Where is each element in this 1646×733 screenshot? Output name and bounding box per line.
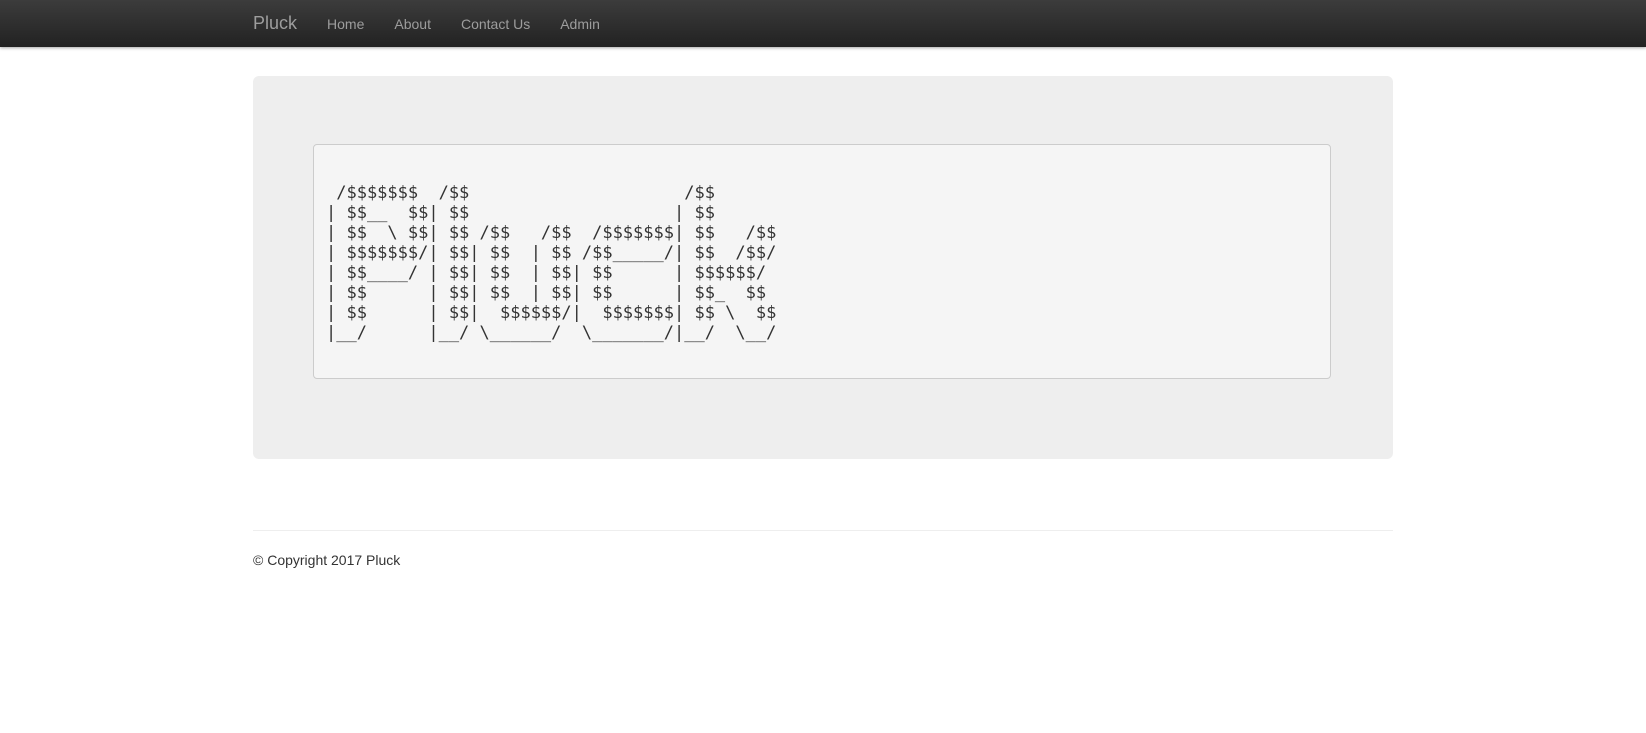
jumbotron: /$$$$$$$ /$$ /$$ | $$__ $$| $$ | $$ | $$… — [253, 76, 1393, 459]
brand-link[interactable]: Pluck — [253, 13, 297, 34]
ascii-art-banner: /$$$$$$$ /$$ /$$ | $$__ $$| $$ | $$ | $$… — [313, 144, 1331, 379]
navbar-inner: Pluck Home About Contact Us Admin — [253, 0, 630, 47]
top-navbar: Pluck Home About Contact Us Admin — [0, 0, 1646, 47]
nav-link-contact-us[interactable]: Contact Us — [461, 16, 530, 32]
nav-link-home[interactable]: Home — [327, 16, 364, 32]
nav-link-about[interactable]: About — [394, 16, 431, 32]
nav-link-admin[interactable]: Admin — [560, 16, 600, 32]
footer-divider — [253, 530, 1393, 531]
footer-copyright: © Copyright 2017 Pluck — [253, 552, 401, 568]
